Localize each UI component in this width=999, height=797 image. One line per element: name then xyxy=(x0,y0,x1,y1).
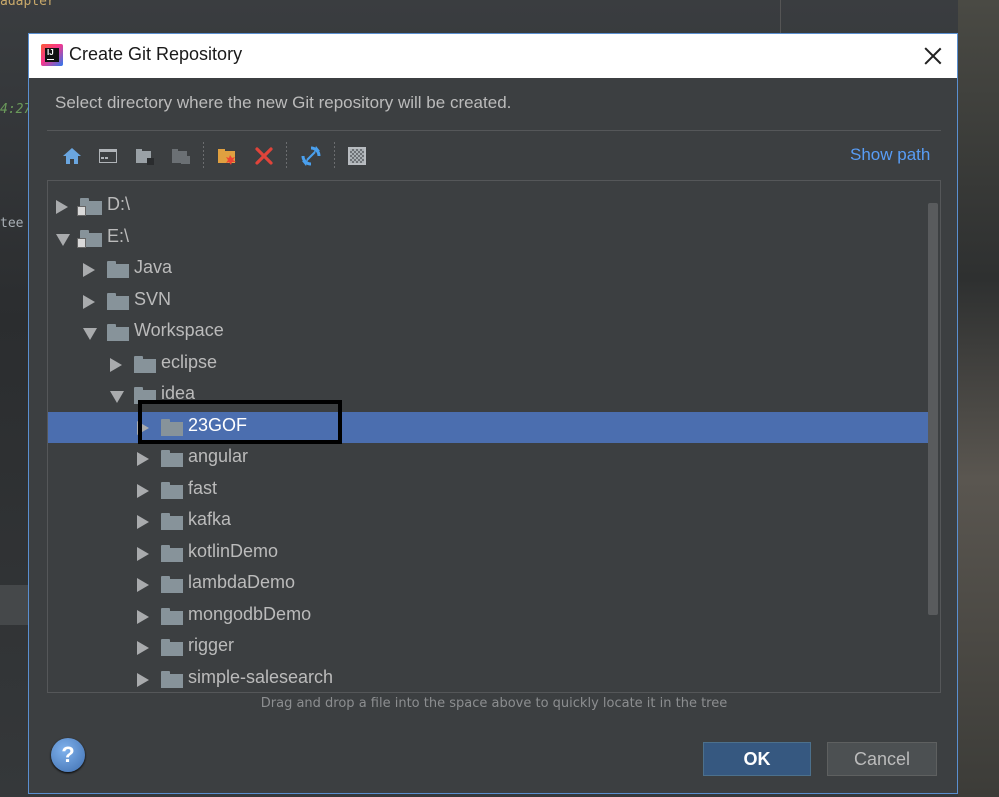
tree-row[interactable]: fast xyxy=(48,475,928,506)
tree-row[interactable]: SVN xyxy=(48,286,928,317)
folder-icon xyxy=(161,513,183,530)
refresh-icon[interactable] xyxy=(299,144,323,168)
tree-item-label: SVN xyxy=(134,288,172,309)
folder-icon xyxy=(107,324,129,341)
annotation-highlight-box xyxy=(138,400,342,444)
expand-arrow-right-icon[interactable] xyxy=(137,641,149,655)
tree-item-label: mongodbDemo xyxy=(188,603,312,624)
drag-drop-hint: Drag and drop a file into the space abov… xyxy=(260,696,728,711)
tree-row[interactable]: Workspace xyxy=(48,317,928,348)
expand-arrow-right-icon[interactable] xyxy=(137,578,149,592)
folder-icon xyxy=(134,355,156,373)
folder-icon xyxy=(161,576,183,593)
bg-code-fragment: 4:27 xyxy=(0,102,32,117)
intellij-idea-icon: IJ xyxy=(41,44,63,66)
delete-icon[interactable] xyxy=(252,144,276,168)
folder-icon xyxy=(107,292,129,310)
tree-item-label: D:\ xyxy=(107,194,131,214)
expand-arrow-right-icon[interactable] xyxy=(137,515,149,529)
toolbar-separator xyxy=(203,142,204,170)
show-path-link[interactable]: Show path xyxy=(850,145,930,165)
folder-icon xyxy=(161,607,183,625)
dialog-description: Select directory where the new Git repos… xyxy=(55,93,512,112)
folder-icon xyxy=(161,639,183,656)
tree-item-label: simple-salesearch xyxy=(188,666,334,687)
dialog-titlebar[interactable]: IJ Create Git Repository xyxy=(29,34,957,78)
ide-background-right xyxy=(958,0,999,797)
separator xyxy=(47,130,941,131)
tree-row[interactable]: D:\ xyxy=(48,191,928,222)
tree-item-label: rigger xyxy=(188,635,235,655)
expand-arrow-right-icon[interactable] xyxy=(137,609,149,624)
dialog-title: Create Git Repository xyxy=(69,44,243,64)
tree-row[interactable]: rigger xyxy=(48,632,928,663)
tree-item-label: lambdaDemo xyxy=(188,572,296,592)
tree-scrollbar[interactable] xyxy=(928,203,938,615)
module-icon[interactable] xyxy=(169,144,193,168)
folder-icon xyxy=(161,544,183,562)
expand-arrow-right-icon[interactable] xyxy=(137,483,149,498)
expand-arrow-down-icon[interactable] xyxy=(110,391,124,403)
tree-item-label: fast xyxy=(188,477,218,498)
expand-arrow-right-icon[interactable] xyxy=(83,294,95,309)
close-icon[interactable] xyxy=(919,42,947,70)
tree-row[interactable]: kafka xyxy=(48,506,928,537)
hidden-files-icon[interactable] xyxy=(345,144,369,168)
cancel-button[interactable]: Cancel xyxy=(827,742,937,776)
expand-arrow-down-icon[interactable] xyxy=(56,233,70,246)
ok-button[interactable]: OK xyxy=(703,742,811,776)
expand-arrow-right-icon[interactable] xyxy=(137,672,149,687)
expand-arrow-right-icon[interactable] xyxy=(56,200,68,214)
tree-item-label: kotlinDemo xyxy=(188,540,279,561)
expand-arrow-down-icon[interactable] xyxy=(83,328,97,340)
tree-row[interactable]: E:\ xyxy=(48,223,928,254)
bg-code-fragment: adapter xyxy=(0,0,55,9)
directory-tree[interactable]: D:\ E:\ Java SVN Workspace eclipse idea 23GOF an… xyxy=(47,180,941,693)
tree-item-label: eclipse xyxy=(161,351,218,372)
help-button[interactable]: ? xyxy=(51,738,85,772)
home-icon[interactable] xyxy=(60,144,84,168)
desktop-icon[interactable] xyxy=(96,144,120,168)
new-folder-icon[interactable] xyxy=(215,144,239,168)
expand-arrow-right-icon[interactable] xyxy=(137,452,149,466)
toolbar-separator xyxy=(286,142,287,170)
folder-icon xyxy=(107,261,129,278)
ide-panel-strip xyxy=(0,585,30,625)
tree-row[interactable]: angular xyxy=(48,443,928,474)
tree-item-label: Workspace xyxy=(134,320,224,340)
folder-icon xyxy=(161,481,183,499)
bg-code-fragment: tee xyxy=(0,216,24,231)
tree-row[interactable]: eclipse xyxy=(48,349,928,380)
tree-item-label: angular xyxy=(188,446,249,466)
tree-row[interactable]: Java xyxy=(48,254,928,285)
ide-divider xyxy=(780,0,781,34)
drive-icon xyxy=(77,198,102,216)
tree-row[interactable]: mongodbDemo xyxy=(48,601,928,632)
project-icon[interactable] xyxy=(133,144,157,168)
folder-icon xyxy=(161,670,183,688)
tree-item-label: Java xyxy=(134,257,173,277)
tree-row[interactable]: kotlinDemo xyxy=(48,538,928,569)
tree-row[interactable]: lambdaDemo xyxy=(48,569,928,600)
create-git-repository-dialog: IJ Create Git Repository Select director… xyxy=(28,33,958,794)
folder-icon xyxy=(161,450,183,467)
tree-item-label: E:\ xyxy=(107,225,130,246)
expand-arrow-right-icon[interactable] xyxy=(83,263,95,277)
toolbar-separator xyxy=(334,142,335,170)
tree-row[interactable]: simple-salesearch xyxy=(48,664,928,693)
drive-icon xyxy=(77,229,102,248)
expand-arrow-right-icon[interactable] xyxy=(110,357,122,372)
expand-arrow-right-icon[interactable] xyxy=(137,546,149,561)
tree-item-label: kafka xyxy=(188,509,232,529)
